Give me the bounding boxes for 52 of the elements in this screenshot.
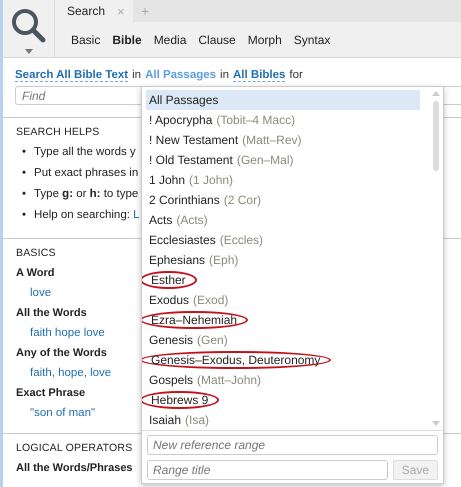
range-title-field[interactable]: Range title (147, 460, 388, 480)
search-type-tab[interactable]: Morph (248, 33, 282, 47)
passage-item[interactable]: ! Apocrypha (Tobit–4 Macc) (146, 110, 420, 130)
example-title: Exact Phrase (16, 386, 86, 401)
search-type-tab[interactable]: Clause (198, 33, 236, 47)
example-title: Any of the Words (16, 346, 107, 361)
option-link[interactable]: All Bibles (233, 69, 286, 82)
passage-item[interactable]: Isaiah (Isa) (146, 410, 420, 430)
section-heading: BASICS (16, 247, 56, 259)
search-type-tab[interactable]: Syntax (294, 33, 330, 47)
bullet: • (22, 167, 26, 179)
example-query-link[interactable]: faith hope love (30, 323, 105, 343)
help-link[interactable]: L (133, 209, 140, 221)
passage-item[interactable]: ! Old Testament (Gen–Mal) (146, 150, 420, 170)
help-text: Put exact phrases in (34, 167, 138, 179)
caret-icon[interactable] (24, 49, 32, 54)
example-title: A Word (16, 266, 54, 281)
passage-item[interactable]: ! New Testament (Matt–Rev) (146, 130, 420, 150)
example-query-link[interactable]: love (30, 283, 52, 303)
help-text: Help on searching: (34, 209, 130, 221)
section-heading: LOGICAL OPERATORS (16, 442, 132, 454)
example-title: All the Words/Phrases (16, 461, 133, 476)
search-type-tab[interactable]: Basic (71, 33, 100, 47)
example-title: All the Words (16, 306, 87, 321)
passage-item[interactable]: Gospels (Matt–John) (146, 370, 420, 390)
reference-range-field[interactable]: New reference range (147, 435, 438, 455)
bullet: • (22, 146, 26, 158)
scroll-up-icon[interactable] (432, 91, 440, 96)
search-type-tab[interactable]: Media (154, 33, 186, 47)
passage-item[interactable]: Acts (Acts) (146, 210, 420, 230)
query-text: for (289, 69, 303, 82)
bullet: • (22, 209, 26, 221)
passage-item[interactable]: Exodus (Exod) (146, 290, 420, 310)
search-tab[interactable]: Search × (55, 0, 133, 22)
passage-item[interactable]: Genesis (Gen) (146, 330, 420, 350)
help-text: Type g: or h: to type (34, 188, 138, 200)
passage-item[interactable]: 2 Corinthians (2 Cor) (146, 190, 420, 210)
tab-title: Search (67, 4, 106, 18)
section-heading: SEARCH HELPS (16, 126, 100, 138)
example-query-link[interactable]: "son of man" (30, 403, 96, 423)
scroll-down-icon[interactable] (432, 421, 440, 426)
passage-item[interactable]: 1 John (1 John) (146, 170, 420, 190)
example-query-link[interactable]: faith, hope, love (30, 363, 112, 383)
query-text: in (220, 69, 229, 82)
search-type-tab[interactable]: Bible (112, 33, 142, 47)
passage-item[interactable]: All Passages (146, 90, 420, 110)
query-text: in (132, 69, 142, 82)
option-link[interactable]: Search All Bible Text (15, 69, 128, 82)
passage-item[interactable]: Ephesians (Eph) (146, 250, 420, 270)
bullet: • (22, 188, 26, 200)
help-text: Type all the words y (34, 146, 136, 158)
passage-item[interactable]: Ecclesiastes (Eccles) (146, 230, 420, 250)
